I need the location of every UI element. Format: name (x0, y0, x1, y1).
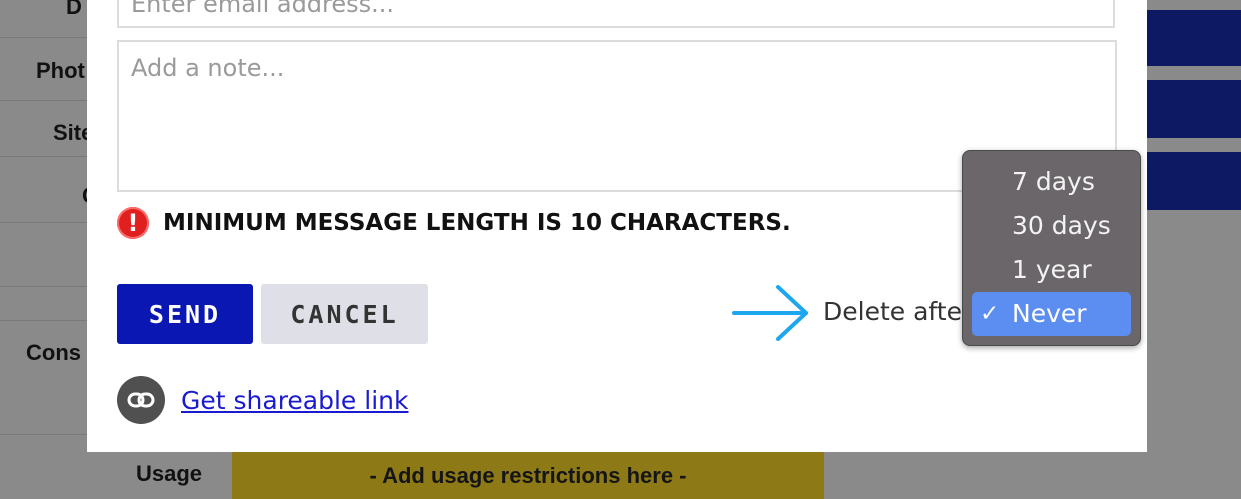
dropdown-option-never[interactable]: ✓ Never (972, 292, 1131, 336)
bg-divider (0, 434, 87, 435)
dropdown-option-30-days[interactable]: 30 days (972, 204, 1131, 248)
cancel-button[interactable]: CANCEL (261, 284, 428, 344)
bg-divider (0, 286, 87, 287)
bg-divider (0, 320, 87, 321)
dropdown-option-7-days[interactable]: 7 days (972, 160, 1131, 204)
bg-usage-field: - Add usage restrictions here - (232, 452, 824, 499)
bg-divider (0, 222, 87, 223)
bg-navy-block (1147, 10, 1241, 66)
arrow-right-icon (732, 285, 808, 341)
bg-navy-block (1147, 80, 1241, 138)
checkmark-icon: ✓ (980, 301, 1000, 327)
email-input[interactable] (117, 0, 1115, 28)
bg-usage-label: Usage (136, 461, 203, 486)
bg-divider (0, 100, 87, 101)
send-button[interactable]: SEND (117, 284, 253, 344)
bg-label-photo: Phot (36, 58, 85, 83)
bg-label-d: D (66, 0, 82, 19)
error-message: ! MINIMUM MESSAGE LENGTH IS 10 CHARACTER… (117, 207, 791, 239)
link-icon[interactable] (117, 376, 165, 424)
dropdown-option-1-year[interactable]: 1 year (972, 248, 1131, 292)
error-icon: ! (117, 207, 149, 239)
bg-usage-value: - Add usage restrictions here - (369, 462, 687, 488)
bg-divider (0, 156, 87, 157)
error-text: MINIMUM MESSAGE LENGTH IS 10 CHARACTERS. (163, 210, 791, 236)
delete-after-label: Delete after (823, 297, 973, 326)
get-shareable-link[interactable]: Get shareable link (181, 386, 408, 415)
shareable-link-row: Get shareable link (117, 376, 408, 424)
bg-label-consent: Cons (26, 340, 81, 365)
delete-after-dropdown-menu[interactable]: 7 days 30 days 1 year ✓ Never (962, 150, 1141, 346)
bg-divider (0, 37, 87, 38)
bg-navy-block (1147, 152, 1241, 210)
